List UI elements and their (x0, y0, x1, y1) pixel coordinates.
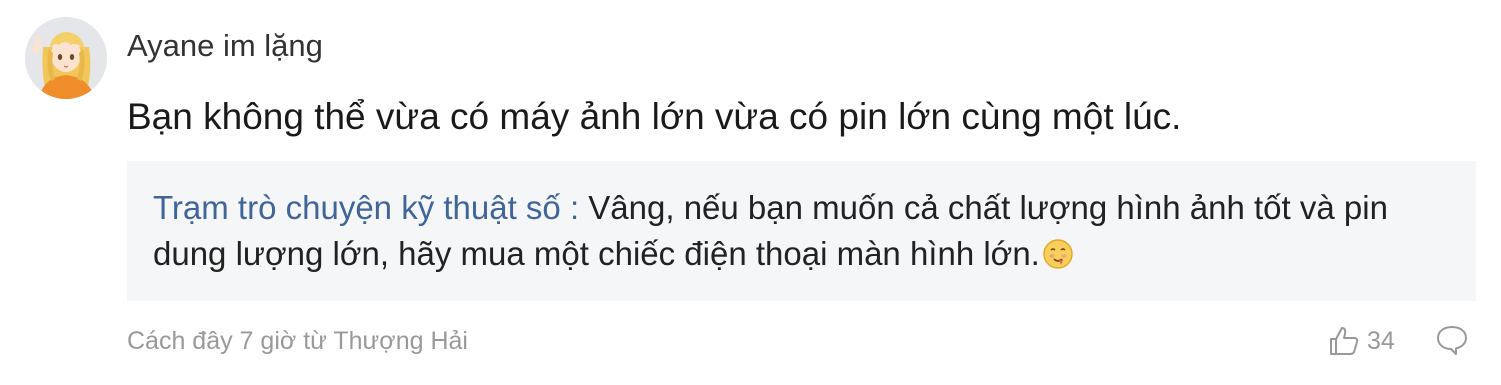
smirk-face-emoji-icon (1043, 239, 1073, 269)
like-button[interactable]: 34 (1327, 322, 1395, 360)
reply-button[interactable] (1434, 322, 1470, 358)
anime-girl-avatar-icon (25, 17, 107, 99)
comment-text: Bạn không thể vừa có máy ảnh lớn vừa có … (127, 96, 1182, 137)
like-count: 34 (1367, 326, 1395, 355)
avatar[interactable] (25, 17, 107, 99)
comment-meta: Cách đây 7 giờ từ Thượng Hải (127, 327, 468, 355)
username[interactable]: Ayane im lặng (127, 26, 323, 66)
reply-body: Trạm trò chuyện kỹ thuật số : Vâng, nếu … (153, 185, 1443, 277)
reply-author-link[interactable]: Trạm trò chuyện kỹ thuật số (153, 189, 561, 226)
thumbs-up-icon (1330, 327, 1359, 355)
reply-box: Trạm trò chuyện kỹ thuật số : Vâng, nếu … (127, 161, 1476, 301)
reply-separator: : (560, 189, 589, 226)
comment-bubble-icon (1437, 326, 1467, 355)
